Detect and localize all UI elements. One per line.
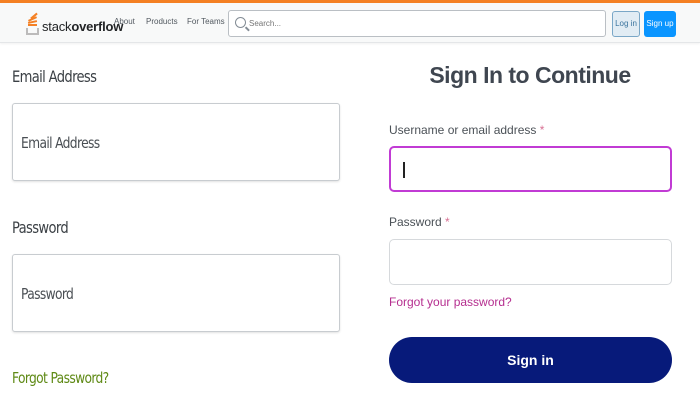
email-placeholder: Email Address [21, 134, 100, 152]
stackoverflow-logo[interactable]: stackoverflow [26, 11, 123, 35]
right-password-label: Password * [389, 215, 450, 229]
email-label: Email Address [12, 67, 97, 86]
nav-about[interactable]: About [114, 17, 135, 26]
forgot-password-link[interactable]: Forgot Password? [12, 369, 109, 387]
required-mark: * [445, 215, 450, 229]
nav-for-teams[interactable]: For Teams [187, 17, 225, 26]
page-title: Sign In to Continue [429, 62, 631, 88]
search-box[interactable] [228, 10, 606, 37]
required-mark: * [539, 123, 545, 137]
text-cursor [403, 162, 405, 178]
right-password-input[interactable] [389, 239, 672, 285]
login-button[interactable]: Log in [612, 11, 640, 37]
search-input[interactable] [249, 14, 599, 33]
signup-button[interactable]: Sign up [644, 11, 676, 37]
password-field[interactable]: Password [12, 254, 340, 332]
sign-in-button[interactable]: Sign in [389, 337, 672, 383]
nav-products[interactable]: Products [146, 17, 178, 26]
username-input[interactable] [389, 146, 672, 192]
stack-logo-icon [26, 12, 40, 35]
search-icon [235, 17, 246, 28]
logo-wordmark: stackoverflow [42, 19, 124, 34]
username-label: Username or email address * [389, 123, 545, 137]
top-navigation-bar: stackoverflow About Products For Teams L… [0, 3, 700, 43]
forgot-your-password-link[interactable]: Forgot your password? [389, 295, 512, 309]
password-placeholder: Password [21, 285, 74, 303]
email-field[interactable]: Email Address [12, 103, 340, 181]
password-label: Password [12, 218, 69, 237]
